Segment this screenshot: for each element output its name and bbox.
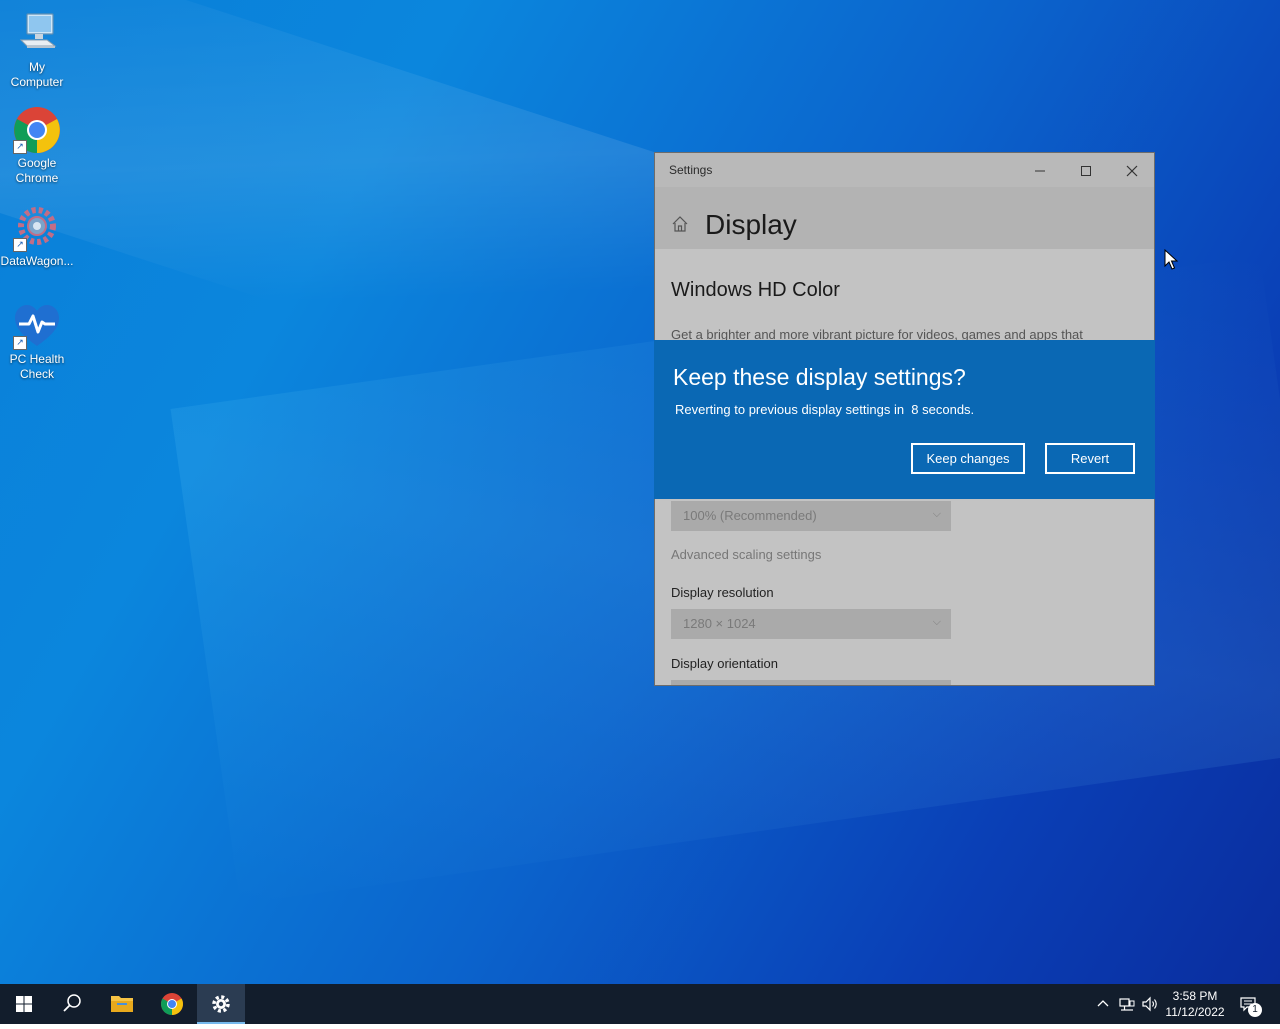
scale-value: 100% (Recommended) [683, 508, 817, 523]
maximize-button[interactable] [1063, 153, 1109, 187]
resolution-dropdown[interactable]: 1280 × 1024 ⌵ [671, 609, 951, 639]
desktop-icon-pc-health-check[interactable]: ↗ PC Health Check [0, 302, 74, 382]
chevron-down-icon: ⌵ [932, 508, 941, 520]
heart-pulse-icon: ↗ [13, 302, 61, 350]
dialog-message: Reverting to previous display settings i… [675, 402, 975, 417]
page-title: Display [705, 209, 797, 240]
desktop-icon-label: DataWagon... [0, 254, 74, 268]
resolution-label: Display resolution [671, 585, 774, 600]
clock-date: 11/12/2022 [1165, 1005, 1225, 1019]
desktop-icon-google-chrome[interactable]: ↗ Google Chrome [0, 106, 74, 186]
taskbar: 3:58 PM 11/12/2022 [0, 984, 1280, 1024]
chrome-icon: ↗ [13, 106, 61, 154]
taskbar-chrome[interactable] [148, 984, 196, 1024]
datawagon-gear-icon: ↗ [13, 204, 61, 252]
folder-icon [111, 996, 133, 1012]
notification-count-badge: 1 [1248, 1003, 1262, 1017]
window-title: Settings [669, 163, 713, 177]
settings-page-header: Display [655, 187, 1154, 249]
home-icon[interactable] [671, 215, 689, 233]
search-button[interactable] [48, 984, 96, 1024]
mouse-cursor-icon [1164, 249, 1178, 270]
close-button[interactable] [1109, 153, 1154, 187]
orientation-dropdown[interactable] [671, 680, 951, 685]
dialog-title: Keep these display settings? [673, 364, 966, 390]
tray-clock[interactable]: 3:58 PM 11/12/2022 [1160, 988, 1230, 1020]
windows-logo-icon [16, 996, 32, 1012]
keep-display-settings-dialog: Keep these display settings? Reverting t… [654, 340, 1155, 499]
chevron-up-icon[interactable] [1094, 995, 1112, 1013]
minimize-icon [1035, 170, 1045, 172]
desktop-icon-label: Google Chrome [15, 156, 59, 185]
minimize-button[interactable] [1017, 153, 1063, 187]
orientation-label: Display orientation [671, 656, 778, 671]
desktop-icon-my-computer[interactable]: My Computer [0, 10, 74, 90]
taskbar-settings[interactable] [197, 984, 245, 1024]
advanced-scaling-link[interactable]: Advanced scaling settings [671, 547, 821, 562]
network-icon[interactable] [1118, 995, 1136, 1013]
revert-button[interactable]: Revert [1045, 443, 1135, 474]
search-icon [63, 994, 81, 1012]
volume-icon[interactable] [1141, 995, 1159, 1013]
taskbar-file-explorer[interactable] [98, 984, 146, 1024]
shortcut-arrow-icon: ↗ [13, 140, 27, 154]
maximize-icon [1081, 166, 1091, 177]
shortcut-arrow-icon: ↗ [13, 238, 27, 252]
scale-dropdown[interactable]: 100% (Recommended) ⌵ [671, 501, 951, 531]
hd-color-heading: Windows HD Color [671, 279, 840, 301]
shortcut-arrow-icon: ↗ [13, 336, 27, 350]
keep-changes-button[interactable]: Keep changes [911, 443, 1025, 474]
resolution-value: 1280 × 1024 [683, 616, 756, 631]
computer-icon [13, 10, 61, 58]
gear-icon [212, 995, 230, 1013]
desktop-icon-label: PC Health Check [9, 352, 65, 381]
chevron-down-icon: ⌵ [932, 616, 941, 628]
chrome-icon [161, 993, 183, 1015]
close-icon [1126, 165, 1138, 177]
desktop-icon-datawagon[interactable]: ↗ DataWagon... [0, 204, 74, 269]
window-titlebar[interactable]: Settings [655, 153, 1154, 187]
start-button[interactable] [0, 984, 48, 1024]
clock-time: 3:58 PM [1172, 989, 1218, 1003]
desktop-icon-label: My Computer [10, 60, 64, 89]
